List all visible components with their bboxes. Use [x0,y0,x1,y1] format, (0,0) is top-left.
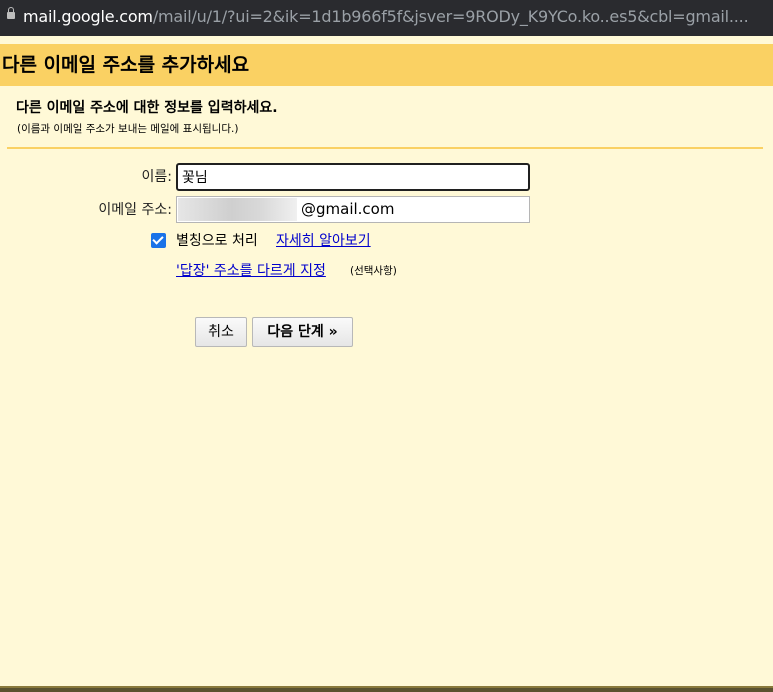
email-domain: @gmail.com [301,200,395,218]
intro-title: 다른 이메일 주소에 대한 정보를 입력하세요. [16,100,278,116]
name-input[interactable] [176,163,530,191]
optional-note: (선택사항) [350,265,397,277]
bottom-strip-highlight [0,686,773,688]
dialog-header: 다른 이메일 주소를 추가하세요 [0,44,773,86]
cancel-button[interactable]: 취소 [195,317,247,347]
browser-url-bar[interactable]: mail.google.com/mail/u/1/?ui=2&ik=1d1b96… [0,0,773,36]
next-step-button[interactable]: 다음 단계 » [252,317,353,347]
email-label: 이메일 주소: [98,202,172,218]
alias-checkbox[interactable] [151,233,166,248]
dialog-title: 다른 이메일 주소를 추가하세요 [2,54,250,76]
url-text[interactable]: mail.google.com/mail/u/1/?ui=2&ik=1d1b96… [23,7,749,27]
learn-more-link[interactable]: 자세히 알아보기 [276,232,371,250]
reply-to-link[interactable]: '답장' 주소를 다르게 지정 [176,262,326,280]
alias-label: 별칭으로 처리 [176,233,258,249]
url-host: mail.google.com [23,7,153,26]
bottom-strip [0,686,773,692]
lock-icon [7,7,15,19]
email-redacted-area [178,198,297,221]
url-path: /mail/u/1/?ui=2&ik=1d1b966f5f&jsver=9ROD… [152,7,749,26]
intro-subtitle: (이름과 이메일 주소가 보내는 메일에 표시됩니다.) [17,123,239,135]
section-divider [7,147,763,149]
name-label: 이름: [141,169,172,185]
email-input[interactable]: @gmail.com [176,196,530,223]
top-band [0,36,773,44]
